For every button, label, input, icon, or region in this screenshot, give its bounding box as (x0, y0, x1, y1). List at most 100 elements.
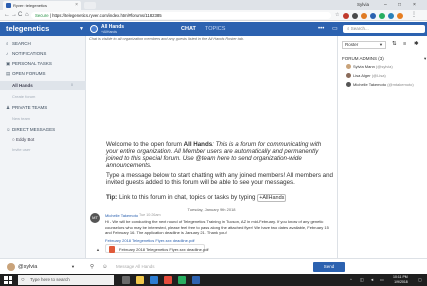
sidebar-item-notifications[interactable]: ♪ NOTIFICATIONS (6, 51, 46, 57)
browser-menu-icon[interactable]: ⋮ (411, 10, 417, 21)
emoji-icon[interactable]: ☺ (102, 262, 108, 272)
extension-icon[interactable] (397, 13, 403, 19)
pdf-file-icon (109, 246, 115, 253)
forum-avatar (90, 25, 98, 33)
chevron-down-icon: ▾ (424, 56, 427, 61)
roster-member[interactable]: Michelle Takemoto (@mtakemoto) (346, 82, 414, 88)
battery-icon[interactable]: ▭ (380, 274, 384, 286)
unread-count: 0 (71, 83, 73, 87)
taskbar-search[interactable]: ○ Type here to search (18, 275, 114, 285)
cortana-icon: ○ (21, 277, 25, 283)
sidebar-item-personal-tasks[interactable]: ▣ PERSONAL TASKS (6, 61, 52, 67)
search-input[interactable]: ⌕ Search... (343, 25, 425, 33)
forum-link-tip: Tip: Link to this forum in chat, topics … (106, 194, 287, 202)
screen: Ryver: telegenetics × Sylvia – □ × ← → C… (0, 0, 427, 286)
home-icon[interactable]: ⌂ (25, 10, 29, 21)
avatar[interactable]: MT (90, 213, 100, 223)
tray-up-icon[interactable]: ^ (350, 274, 352, 286)
date-divider: Tuesday, January 9th 2018 (187, 207, 236, 212)
message-input[interactable]: Message All Hands (116, 262, 311, 272)
url-field[interactable]: Secure | https://telegenetics.ryver.com/… (31, 12, 331, 19)
visibility-note: Chat is visible to all organization memb… (89, 37, 244, 41)
chrome-icon[interactable] (164, 276, 172, 284)
forum-tag: +AllHands (257, 194, 287, 202)
chevron-down-icon[interactable]: ▼ (79, 22, 84, 36)
windows-start-icon[interactable] (4, 276, 12, 284)
address-bar: ← → C ⌂ Secure | https://telegenetics.ry… (0, 10, 427, 21)
file-attachment[interactable]: February 2018 Telegenetics Flyer-sxx dea… (105, 244, 209, 253)
sidebar: ⌕ SEARCH ♪ NOTIFICATIONS ▣ PERSONAL TASKS ▤… (0, 36, 86, 258)
extension-icon[interactable] (370, 13, 376, 19)
sort-icon[interactable]: ⇅ (392, 41, 397, 47)
browser-tab-title: Ryver: telegenetics (13, 3, 48, 8)
message-time: Tue 10:26am (139, 213, 161, 217)
close-tab-icon[interactable]: × (75, 1, 78, 10)
chevron-down-icon[interactable]: ▼ (71, 262, 75, 272)
org-name[interactable]: telegenetics (6, 22, 49, 36)
sidebar-item-private-teams[interactable]: ♟ PRIVATE TEAMS (6, 105, 47, 111)
avatar (7, 262, 15, 271)
welcome-text: Welcome to the open forum All Hands: Thi… (106, 141, 322, 169)
url-text: https://telegenetics.ryver.com/index.htm… (52, 13, 162, 18)
file-name: February 2018 Telegenetics Flyer-sxx dea… (119, 247, 209, 252)
attachment-link[interactable]: February 2018 Telegenetics Flyer-sxx dea… (105, 238, 195, 243)
extension-icon[interactable] (343, 13, 349, 19)
browser-tab[interactable]: Ryver: telegenetics × (3, 1, 81, 10)
ryver-favicon-icon (6, 3, 11, 8)
browser-tab-strip: Ryver: telegenetics × Sylvia – □ × (0, 0, 427, 10)
taskbar: ○ Type here to search ^ ◫ ◄ ▭ 10:11 PM 1/9… (0, 274, 427, 286)
avatar (346, 73, 351, 79)
roster-member[interactable]: Sylvia Mann (@sylvia) (346, 64, 393, 70)
notifications-icon[interactable]: ▢ (418, 274, 422, 286)
tab-topics[interactable]: TOPICS (205, 22, 225, 36)
new-tab-button[interactable] (84, 2, 96, 9)
message-body: Hi - We will be conducting the next roun… (105, 219, 329, 235)
roster-panel: Roster ▼ ⇅ ≡ ✱ FORUM ADMINS (3) ▾ Sylvia M… (337, 36, 427, 258)
app-icon[interactable] (178, 276, 186, 284)
back-icon[interactable]: ← (4, 10, 10, 21)
roster-dropdown[interactable]: Roster ▼ (342, 41, 386, 49)
invite-user-link[interactable]: Invite user (12, 147, 30, 153)
panel-toggle-icon[interactable]: ▭ (332, 22, 338, 36)
avatar (346, 82, 351, 88)
minimize-button[interactable]: – (384, 0, 387, 10)
file-explorer-icon[interactable] (136, 276, 144, 284)
extension-icon[interactable] (352, 13, 358, 19)
network-icon[interactable]: ◫ (360, 274, 364, 286)
chevron-up-icon[interactable]: ▲ (96, 247, 100, 252)
volume-icon[interactable]: ◄ (370, 274, 374, 286)
extension-icon[interactable] (388, 13, 394, 19)
roster-member[interactable]: Lisa Alger (@Lisa) (346, 73, 386, 79)
extension-icon[interactable] (379, 13, 385, 19)
dm-eddy-bot[interactable]: ○ Eddy Bot (12, 137, 34, 143)
avatar (346, 64, 351, 70)
current-user[interactable]: @sylvia (7, 262, 37, 272)
chevron-down-icon: ▼ (379, 42, 383, 47)
ryver-app-icon[interactable] (192, 276, 200, 284)
reload-icon[interactable]: C (18, 10, 22, 21)
create-forum-link[interactable]: Create forum (12, 94, 35, 100)
taskbar-clock[interactable]: 10:11 PM 1/9/2018 (393, 275, 408, 285)
sidebar-item-direct-messages[interactable]: ☺DIRECT MESSAGES (6, 127, 55, 133)
extension-icon[interactable] (361, 13, 367, 19)
forward-icon[interactable]: → (11, 10, 17, 21)
tab-chat[interactable]: CHAT (181, 22, 196, 36)
message-author[interactable]: Michelle Takemoto (105, 213, 138, 218)
gear-icon[interactable]: ✱ (414, 41, 419, 47)
more-options-icon[interactable]: ••• (318, 22, 324, 36)
chat-area: Chat is visible to all organization memb… (86, 36, 337, 258)
filter-icon[interactable]: ≡ (403, 41, 406, 47)
composer-bar: @sylvia ▼ ⚲ ☺ Message All Hands Send (0, 258, 427, 274)
maximize-button[interactable]: □ (398, 0, 401, 10)
task-view-icon[interactable] (122, 276, 130, 284)
edge-icon[interactable] (150, 276, 158, 284)
new-team-link[interactable]: New team (12, 116, 30, 122)
close-window-button[interactable]: × (413, 0, 416, 10)
sidebar-item-search[interactable]: ⌕ SEARCH (6, 41, 31, 47)
app-header: telegenetics ▼ All Hands +AllHands CHAT … (0, 22, 427, 36)
forum-admins-header[interactable]: FORUM ADMINS (3) ▾ (342, 56, 426, 61)
sidebar-item-open-forums[interactable]: ▤ OPEN FORUMS (6, 71, 46, 77)
attach-icon[interactable]: ⚲ (90, 262, 94, 272)
star-icon[interactable]: ☆ (335, 10, 339, 21)
send-button[interactable]: Send (313, 262, 345, 272)
